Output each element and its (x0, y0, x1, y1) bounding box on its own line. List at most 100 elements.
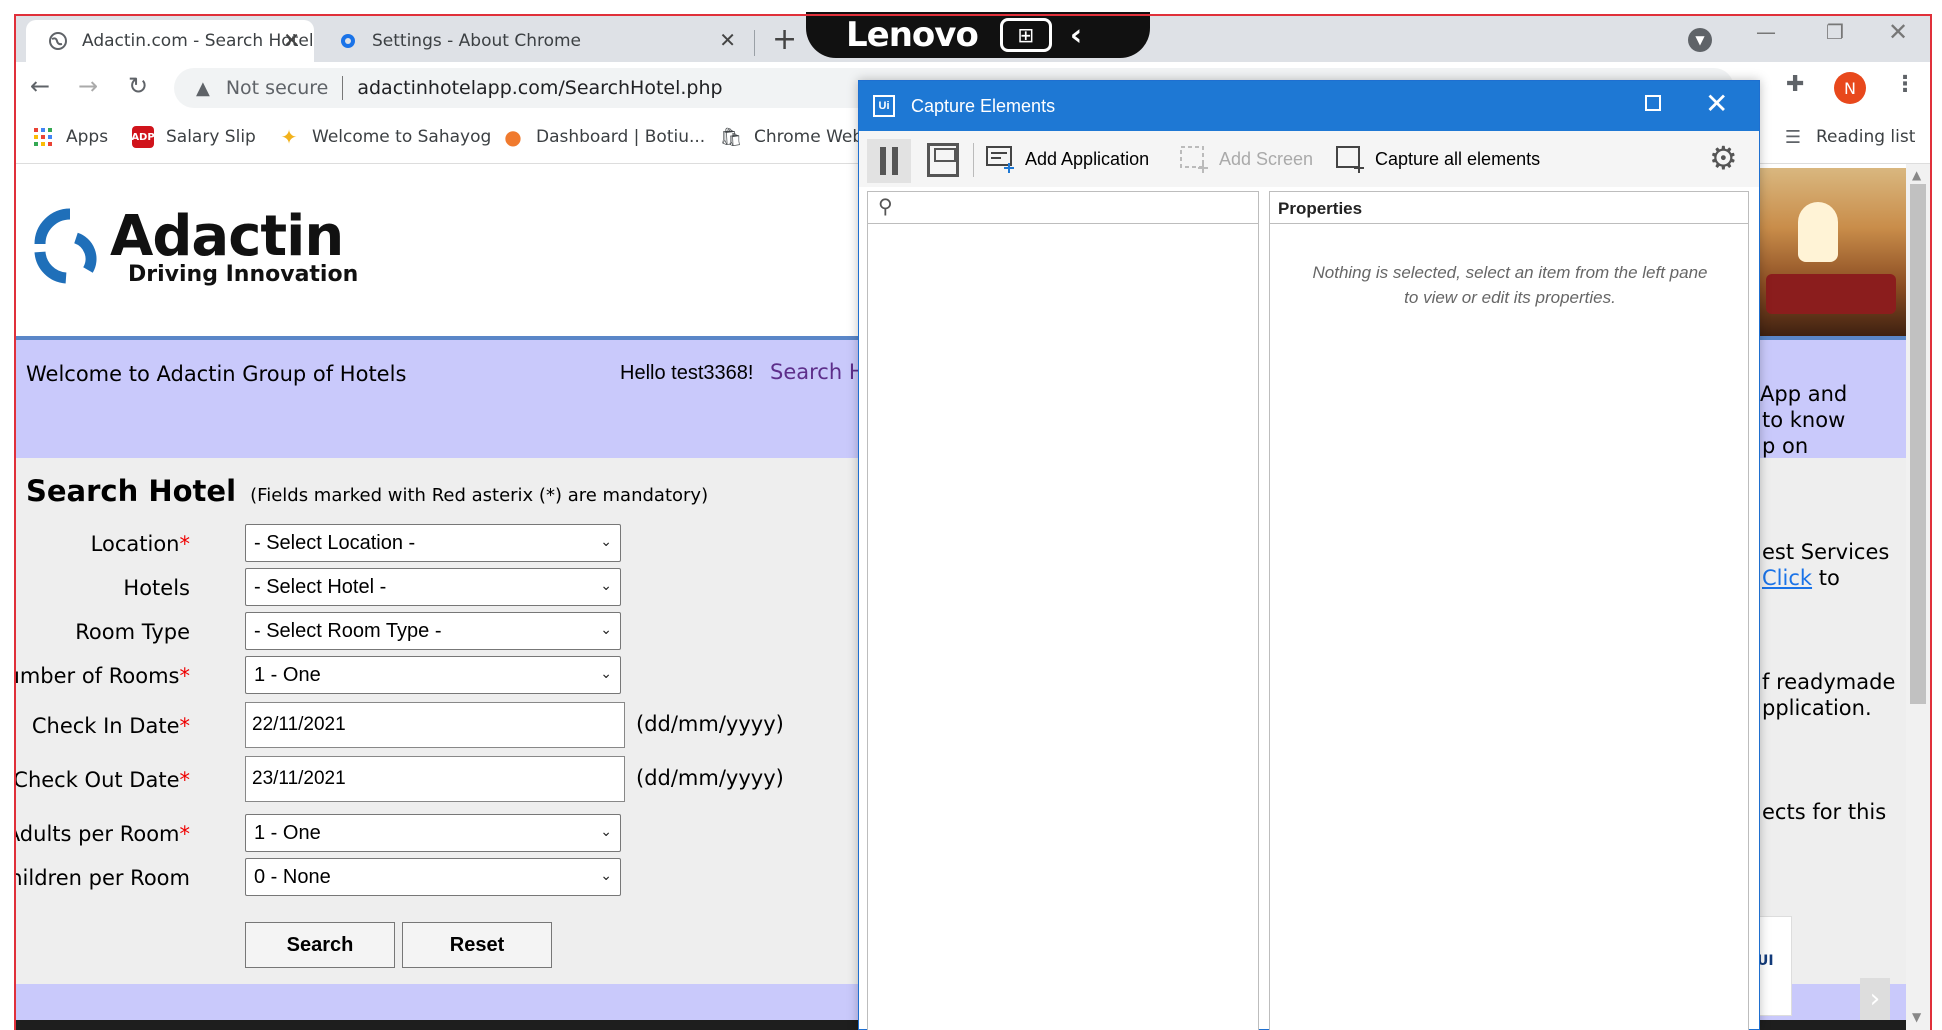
bookmark-label: Chrome Web (754, 127, 864, 147)
rooms-select[interactable]: 1 - One ⌄ (245, 656, 621, 694)
location-label: Location* (90, 532, 190, 556)
children-select[interactable]: 0 - None ⌄ (245, 858, 621, 896)
tree-search-input[interactable]: ⚲ (868, 192, 1258, 224)
click-link[interactable]: Click (1762, 566, 1812, 590)
collapse-arrow-icon[interactable]: ‹ (1070, 18, 1082, 53)
form-mandatory-note: (Fields marked with Red asterix (*) are … (250, 485, 709, 506)
reset-button[interactable]: Reset (402, 922, 552, 968)
tab-search-icon[interactable]: ▼ (1688, 28, 1712, 52)
room-type-label: Room Type (75, 620, 190, 644)
dialog-title: Capture Elements (911, 95, 1056, 116)
brand-name: Adactin (110, 204, 344, 269)
lamp-shape (1798, 202, 1838, 262)
minimize-icon[interactable]: — (1756, 20, 1776, 44)
carousel-next-button[interactable]: › (1860, 978, 1890, 1020)
reload-icon[interactable]: ↻ (128, 74, 148, 98)
close-tab-icon[interactable]: ✕ (719, 30, 736, 50)
properties-empty-message: Nothing is selected, select an item from… (1312, 263, 1708, 307)
tab-title: Settings - About Chrome (372, 31, 582, 51)
welcome-text: Welcome to Adactin Group of Hotels (26, 362, 407, 386)
reading-list-button[interactable]: ☰ Reading list (1782, 126, 1915, 148)
chevron-down-icon: ⌄ (600, 621, 612, 637)
close-dialog-icon[interactable]: ✕ (1705, 89, 1728, 119)
url-text[interactable]: adactinhotelapp.com/SearchHotel.php (357, 77, 722, 99)
row-check-out: Check Out Date* 23/11/2021 (dd/mm/yyyy) (16, 756, 876, 802)
gear-icon (338, 31, 358, 51)
tab-title: Adactin.com - Search Hotel (82, 31, 314, 51)
capture-elements-dialog: Ui Capture Elements ✕ Add Application Ad… (858, 80, 1760, 1030)
extensions-icon[interactable]: ✚ (1786, 72, 1804, 97)
bookmark-chrome-web-store[interactable]: 🛍 Chrome Web (720, 126, 864, 148)
bookmark-dashboard[interactable]: ● Dashboard | Botiu... (502, 125, 705, 149)
forward-icon[interactable]: → (78, 74, 98, 98)
checkout-date-input[interactable]: 23/11/2021 (245, 756, 625, 802)
side-text-line: App and (1760, 382, 1848, 406)
restore-icon[interactable]: ❐ (1826, 20, 1844, 44)
menu-icon[interactable]: ⋮ (1894, 72, 1916, 97)
room-type-select[interactable]: - Select Room Type - ⌄ (245, 612, 621, 650)
back-icon[interactable]: ← (30, 74, 50, 98)
lenovo-overlay-bar[interactable]: Lenovo ⊞ ‹ (806, 12, 1150, 58)
bookmark-salary-slip[interactable]: ADP Salary Slip (131, 126, 256, 148)
row-number-of-rooms: Number of Rooms* 1 - One⌄ (16, 656, 876, 696)
checkin-date-input[interactable]: 22/11/2021 (245, 702, 625, 748)
pause-button[interactable] (867, 139, 911, 183)
add-screen-button[interactable]: Add Screen (1179, 139, 1313, 179)
lenovo-logo: Lenovo (846, 15, 979, 55)
bookmark-sahayog[interactable]: ✦ Welcome to Sahayog (278, 125, 492, 149)
hotel-lobby-image (1758, 168, 1906, 338)
grid-icon: ⊞ (999, 18, 1052, 52)
scroll-up-icon[interactable]: ▲ (1912, 168, 1921, 182)
scrollbar-thumb[interactable] (1910, 184, 1926, 704)
divider (342, 76, 344, 100)
close-tab-icon[interactable]: ✕ (283, 30, 300, 50)
settings-gear-icon[interactable]: ⚙ (1709, 141, 1738, 175)
side-text-line: f readymade (1762, 670, 1896, 694)
chevron-down-icon: ⌄ (600, 665, 612, 681)
adp-icon: ADP (131, 126, 155, 148)
page-scrollbar[interactable]: ▲ ▼ (1906, 164, 1930, 1030)
children-label: Children per Room (16, 866, 190, 890)
checkout-label: Check Out Date* (16, 768, 190, 792)
add-screen-label: Add Screen (1219, 148, 1314, 169)
chat-bubble-icon: ● (504, 125, 522, 149)
save-icon[interactable] (927, 143, 959, 177)
side-text-line: est Services (1762, 540, 1890, 564)
location-select[interactable]: - Select Location - ⌄ (245, 524, 621, 562)
tab-adactin-search-hotel[interactable]: Adactin.com - Search Hotel ✕ (26, 20, 314, 62)
reading-list-icon: ☰ (1784, 126, 1802, 148)
apps-grid-icon (32, 126, 54, 148)
adults-label: Adults per Room* (16, 822, 190, 846)
profile-avatar[interactable]: N (1834, 72, 1866, 104)
bookmark-apps[interactable]: Apps (32, 126, 108, 148)
new-tab-button[interactable]: + (772, 24, 797, 56)
dialog-toolbar: Add Application Add Screen Capture all e… (859, 131, 1759, 187)
reading-list-label: Reading list (1816, 127, 1916, 147)
checkin-format-hint: (dd/mm/yyyy) (636, 712, 784, 736)
adactin-logo-icon (34, 208, 97, 284)
bookmark-label: Welcome to Sahayog (312, 127, 492, 147)
search-hotel-link[interactable]: Search H (770, 360, 865, 384)
chevron-down-icon: ⌄ (600, 533, 612, 549)
add-application-icon (985, 144, 1015, 174)
brand-tagline: Driving Innovation (128, 262, 359, 287)
add-application-button[interactable]: Add Application (985, 139, 1149, 179)
uipath-logo-icon: Ui (873, 95, 895, 117)
side-text-line: pplication. (1762, 696, 1872, 720)
add-application-label: Add Application (1025, 148, 1150, 169)
close-window-icon[interactable]: ✕ (1888, 18, 1908, 46)
adults-select[interactable]: 1 - One ⌄ (245, 814, 621, 852)
hotels-select[interactable]: - Select Hotel - ⌄ (245, 568, 621, 606)
side-text-line: p on (1762, 434, 1809, 458)
form-title: Search Hotel (Fields marked with Red ast… (26, 474, 708, 508)
elements-tree-pane[interactable]: ⚲ (867, 191, 1259, 1030)
security-status[interactable]: Not secure (226, 77, 329, 99)
row-adults: Adults per Room* 1 - One ⌄ (16, 814, 876, 854)
warning-icon[interactable]: ▲ (196, 78, 210, 99)
scroll-down-icon[interactable]: ▼ (1912, 1010, 1921, 1024)
search-button[interactable]: Search (245, 922, 395, 968)
dialog-title-bar[interactable]: Ui Capture Elements ✕ (859, 81, 1759, 131)
capture-all-elements-button[interactable]: Capture all elements (1335, 139, 1540, 179)
maximize-icon[interactable] (1645, 95, 1661, 111)
tab-settings-about-chrome[interactable]: Settings - About Chrome ✕ (316, 20, 752, 62)
